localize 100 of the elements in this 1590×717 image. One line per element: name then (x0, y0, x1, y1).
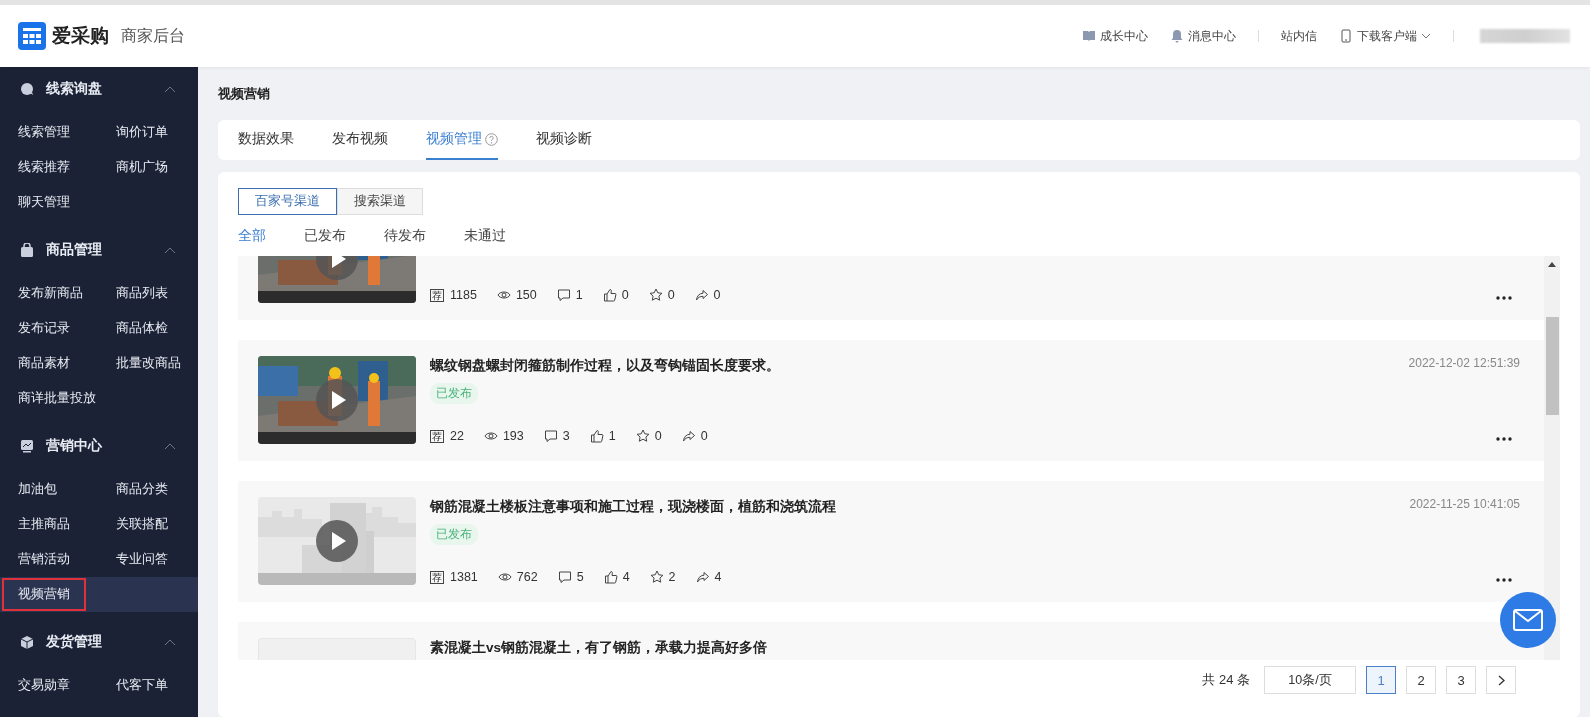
sidebar-section-header[interactable]: 发货管理 (0, 620, 198, 664)
sidebar-item[interactable]: 商机广场 (98, 150, 198, 185)
comment-icon (557, 570, 572, 584)
play-icon (315, 519, 359, 563)
total-count: 共 24 条 (1202, 671, 1250, 689)
share-icon (695, 570, 710, 584)
sidebar-item[interactable]: 询价订单 (98, 115, 198, 150)
chevron-right-icon (1497, 674, 1505, 686)
header-link[interactable]: 成长中心 (1082, 27, 1148, 45)
status-tag: 已发布 (430, 524, 478, 545)
thumbs-up-icon (589, 429, 604, 443)
scrollbar-thumb[interactable] (1545, 317, 1559, 415)
video-title[interactable]: 素混凝土vs钢筋混凝土，有了钢筋，承载力提高好多倍 (430, 639, 768, 657)
sidebar-item[interactable]: 商品列表 (98, 276, 198, 311)
star-icon (648, 288, 663, 302)
tab[interactable]: 视频诊断 (536, 120, 592, 160)
stat-count: 762 (516, 570, 538, 584)
video-date: 2022-12-02 12:51:39 (1408, 356, 1520, 370)
app-subtitle: 商家后台 (121, 25, 185, 46)
sidebar-item[interactable]: 专业问答 (98, 542, 198, 577)
bag-icon (20, 242, 34, 258)
thumbs-up-icon (602, 288, 617, 302)
stat-count: 3 (562, 429, 570, 443)
sidebar-item[interactable]: 交易勋章 (0, 668, 98, 703)
thumbs-up-icon (603, 570, 618, 584)
next-page-button[interactable] (1486, 666, 1516, 694)
filter-tab[interactable]: 全部 (238, 227, 266, 245)
sidebar-item[interactable]: 线索推荐 (0, 150, 98, 185)
stat-count: 4 (714, 570, 722, 584)
sidebar-section-header[interactable]: 商品管理 (0, 228, 198, 272)
filter-tab[interactable]: 未通过 (464, 227, 506, 245)
chat-icon (20, 81, 34, 97)
channel-button[interactable]: 搜索渠道 (337, 188, 423, 215)
stat-count: 0 (621, 288, 629, 302)
header-link[interactable]: 下载客户端 (1339, 27, 1431, 45)
tab[interactable]: 视频管理 (426, 120, 498, 160)
sidebar-item[interactable]: 商品分类 (98, 472, 198, 507)
sidebar-section-header[interactable]: 营销中心 (0, 424, 198, 468)
scrollbar[interactable] (1544, 256, 1560, 660)
stat-count: 0 (654, 429, 662, 443)
logo-icon (18, 22, 46, 50)
stat-count: 1185 (450, 288, 477, 302)
sidebar-item[interactable]: 商品素材 (0, 346, 98, 381)
sidebar-item[interactable]: 线索管理 (0, 115, 98, 150)
sidebar-item[interactable]: 代客下单 (98, 668, 198, 703)
filter-tab[interactable]: 已发布 (304, 227, 346, 245)
book-icon (1082, 29, 1096, 43)
sidebar-item[interactable]: 关联搭配 (98, 507, 198, 542)
header-link[interactable]: 站内信 (1281, 27, 1317, 45)
video-title[interactable]: 钢筋混凝土楼板注意事项和施工过程，现浇楼面，植筋和浇筑流程 (430, 498, 836, 516)
scroll-up-icon (1548, 262, 1556, 267)
eye-icon (497, 570, 512, 584)
more-icon (1496, 578, 1512, 582)
stat-count: 1 (575, 288, 583, 302)
page-button[interactable]: 2 (1406, 666, 1436, 694)
sidebar-item[interactable]: 加油包 (0, 472, 98, 507)
sidebar-item[interactable]: 聊天管理 (0, 185, 98, 220)
bell-icon (1170, 29, 1184, 43)
chevron-down-icon (1421, 32, 1431, 40)
logo-text: 爱采购 (52, 24, 109, 48)
sidebar-item[interactable]: 主推商品 (0, 507, 98, 542)
tab[interactable]: 数据效果 (238, 120, 294, 160)
sidebar-item[interactable]: 批量改商品 (98, 346, 198, 381)
status-tag: 已发布 (430, 383, 478, 404)
channel-button[interactable]: 百家号渠道 (238, 188, 337, 215)
comment-icon (543, 429, 558, 443)
sidebar-section-header[interactable]: 线索询盘 (0, 67, 198, 111)
star-icon (649, 570, 664, 584)
stat-count: 22 (450, 429, 464, 443)
recommend-badge: 荐 (430, 288, 444, 302)
play-icon (315, 378, 359, 422)
sidebar-item[interactable]: 发布记录 (0, 311, 98, 346)
header-link[interactable]: 消息中心 (1170, 27, 1236, 45)
sidebar-item[interactable]: 商详批量投放 (0, 381, 98, 416)
chart-icon (20, 438, 34, 454)
share-icon (694, 288, 709, 302)
sidebar-item[interactable]: 商品体检 (98, 311, 198, 346)
comment-icon (556, 288, 571, 302)
stat-count: 5 (576, 570, 584, 584)
page-button[interactable]: 1 (1366, 666, 1396, 694)
video-title[interactable]: 螺纹钢盘螺封闭箍筋制作过程，以及弯钩锚固长度要求。 (430, 357, 780, 375)
page-title: 视频营销 (218, 85, 271, 103)
eye-icon (483, 429, 498, 443)
stat-count: 1 (608, 429, 616, 443)
page-button[interactable]: 3 (1446, 666, 1476, 694)
sidebar-item[interactable]: 营销活动 (0, 542, 98, 577)
filter-tab[interactable]: 待发布 (384, 227, 426, 245)
recommend-badge: 荐 (430, 429, 444, 443)
more-icon (1496, 437, 1512, 441)
sidebar-item[interactable]: 发布新商品 (0, 276, 98, 311)
tab[interactable]: 发布视频 (332, 120, 388, 160)
stat-count: 0 (667, 288, 675, 302)
sidebar-item[interactable]: 视频营销 (0, 577, 198, 612)
page-size-select[interactable]: 10条/页 (1264, 666, 1356, 694)
stat-count: 2 (668, 570, 676, 584)
stat-count: 4 (622, 570, 630, 584)
box-icon (20, 634, 34, 650)
eye-icon (496, 288, 511, 302)
stat-count: 0 (700, 429, 708, 443)
video-date: 2022-11-25 10:41:05 (1409, 497, 1520, 511)
